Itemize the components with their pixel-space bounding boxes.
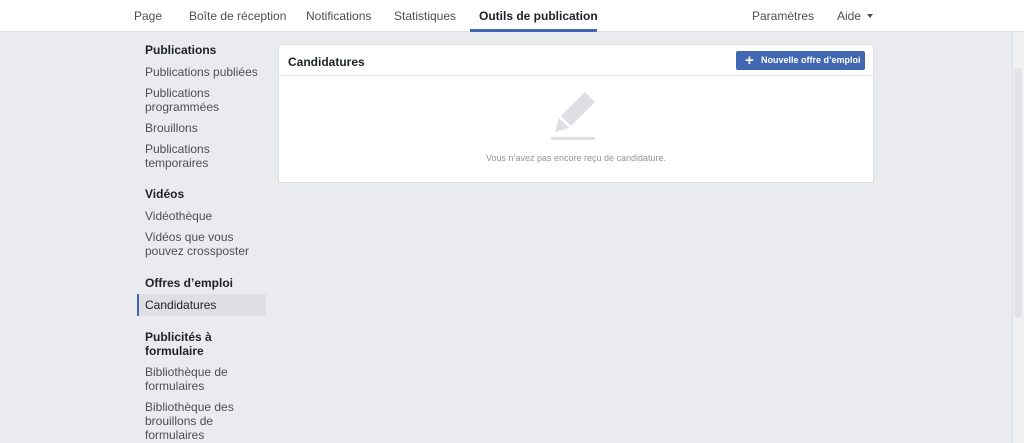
- sidebar-item-draft-forms-library[interactable]: Bibliothèque des brouillons de formulair…: [137, 400, 266, 442]
- nav-tab-page[interactable]: Page: [134, 0, 162, 32]
- nav-tab-inbox[interactable]: Boîte de réception: [189, 0, 286, 32]
- page-scrollbar[interactable]: [1012, 32, 1024, 443]
- nav-help-label: Aide: [837, 9, 862, 23]
- sidebar-item-crosspostable-videos[interactable]: Vidéos que vous pouvez crossposter: [137, 230, 266, 258]
- sidebar-section-videos: Vidéos: [145, 187, 185, 201]
- new-job-offer-label: Nouvelle offre d’emploi: [761, 55, 861, 65]
- nav-tab-notifications[interactable]: Notifications: [306, 0, 371, 32]
- scrollbar-thumb[interactable]: [1014, 68, 1022, 318]
- sidebar-item-forms-library[interactable]: Bibliothèque de formulaires: [137, 365, 266, 393]
- new-job-offer-button[interactable]: + Nouvelle offre d’emploi: [736, 51, 865, 70]
- panel-header: Candidatures + Nouvelle offre d’emploi: [279, 45, 873, 76]
- sidebar-item-temporary-posts[interactable]: Publications temporaires: [137, 142, 266, 170]
- sidebar-item-drafts[interactable]: Brouillons: [137, 121, 266, 135]
- top-nav: Page Boîte de réception Notifications St…: [0, 0, 1024, 32]
- nav-tab-insights[interactable]: Statistiques: [394, 0, 456, 32]
- sidebar-item-applications[interactable]: Candidatures: [137, 294, 266, 316]
- plus-icon: +: [745, 52, 754, 69]
- sidebar-section-publications: Publications: [145, 43, 217, 57]
- applications-panel: Candidatures + Nouvelle offre d’emploi V…: [278, 44, 874, 183]
- sidebar-section-jobs: Offres d’emploi: [145, 276, 234, 290]
- active-tab-indicator: [470, 29, 597, 32]
- sidebar-item-scheduled-posts[interactable]: Publications programmées: [137, 86, 266, 114]
- sidebar-section-lead-ads: Publicités à formulaire: [145, 330, 212, 358]
- nav-tab-publishing-tools[interactable]: Outils de publication: [479, 0, 598, 32]
- empty-state-message: Vous n’avez pas encore reçu de candidatu…: [485, 153, 667, 163]
- pencil-icon: [551, 92, 595, 140]
- sidebar-item-published-posts[interactable]: Publications publiées: [137, 65, 266, 79]
- caret-down-icon: [867, 13, 874, 18]
- nav-settings[interactable]: Paramètres: [752, 0, 814, 32]
- nav-help-menu[interactable]: Aide: [837, 0, 874, 32]
- sidebar-item-video-library[interactable]: Vidéothèque: [137, 209, 266, 223]
- panel-title: Candidatures: [288, 55, 365, 69]
